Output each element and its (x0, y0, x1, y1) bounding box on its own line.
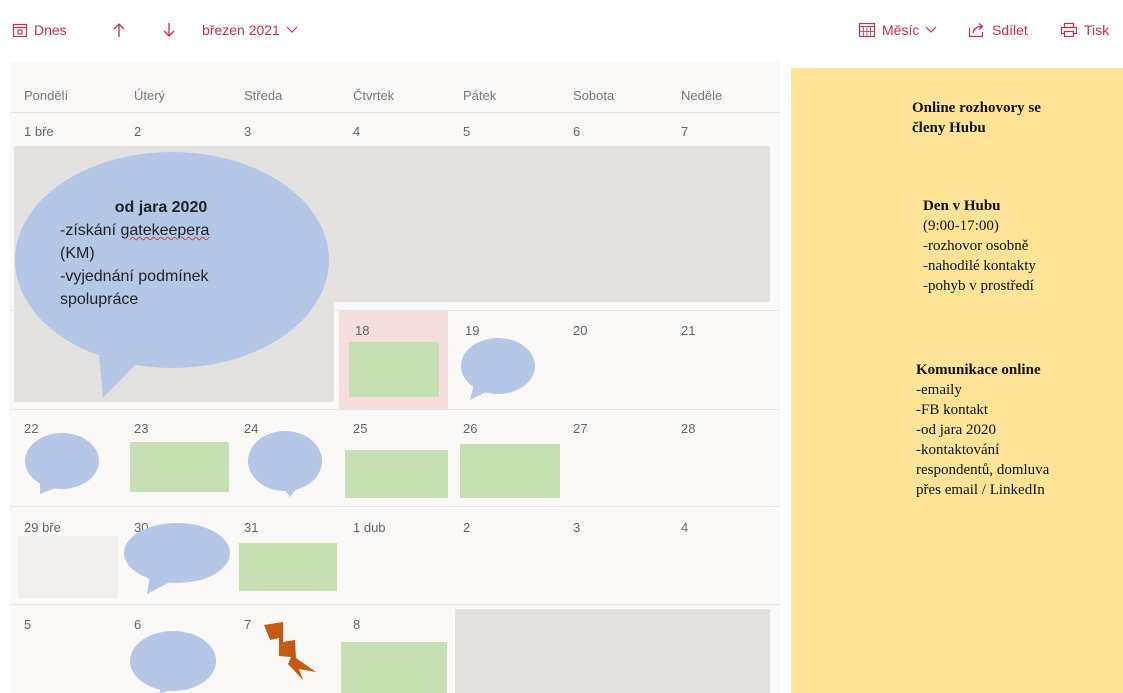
bubble-line: -vyjednání podmínek (60, 268, 209, 285)
bubble-line: -získání gatekeepera (60, 219, 330, 242)
online-communication-bubble (248, 431, 322, 497)
legend-line: respondentů, domluva (916, 462, 1050, 478)
bubble-line: (KM) (60, 245, 95, 262)
online-communication-bubble (124, 523, 230, 594)
legend-item-online-communication: Komunikace online -emaily -FB kontakt -o… (916, 360, 1049, 500)
legend-line: -FB kontakt (916, 402, 989, 418)
legend-title: Komunikace online (916, 362, 1041, 378)
legend-line: -kontaktování (916, 442, 1000, 458)
bubble-note: od jara 2020 -získání gatekeepera (KM) -… (60, 196, 330, 311)
legend-line: -nahodilé kontakty (923, 258, 1036, 274)
legend-line: -rozhovor osobně (923, 238, 1029, 254)
legend-item-online-interviews: Online rozhovory se členy Hubu (912, 98, 1041, 138)
bubble-line-text: -získání (60, 222, 121, 239)
legend-title: Den v Hubu (923, 198, 1001, 214)
legend-line: -od jara 2020 (916, 422, 996, 438)
bubble-line: spolupráce (60, 291, 139, 308)
online-communication-bubble (25, 433, 99, 494)
bubble-title: od jara 2020 (114, 199, 208, 216)
online-communication-bubble (461, 338, 535, 400)
legend-title: členy Hubu (912, 120, 986, 136)
lightning-bolt-icon (264, 622, 316, 680)
legend-item-day-in-hub: Den v Hubu (9:00-17:00) -rozhovor osobně… (923, 196, 1036, 296)
online-communication-bubble (130, 631, 216, 693)
legend-line: -emaily (916, 382, 962, 398)
legend-line: -pohyb v prostředí (923, 278, 1034, 294)
spellcheck-word: gatekeepera (120, 222, 210, 239)
legend-line: (9:00-17:00) (923, 218, 999, 234)
legend-line: přes email / LinkedIn (916, 482, 1045, 498)
legend-title: Online rozhovory se (912, 100, 1041, 116)
